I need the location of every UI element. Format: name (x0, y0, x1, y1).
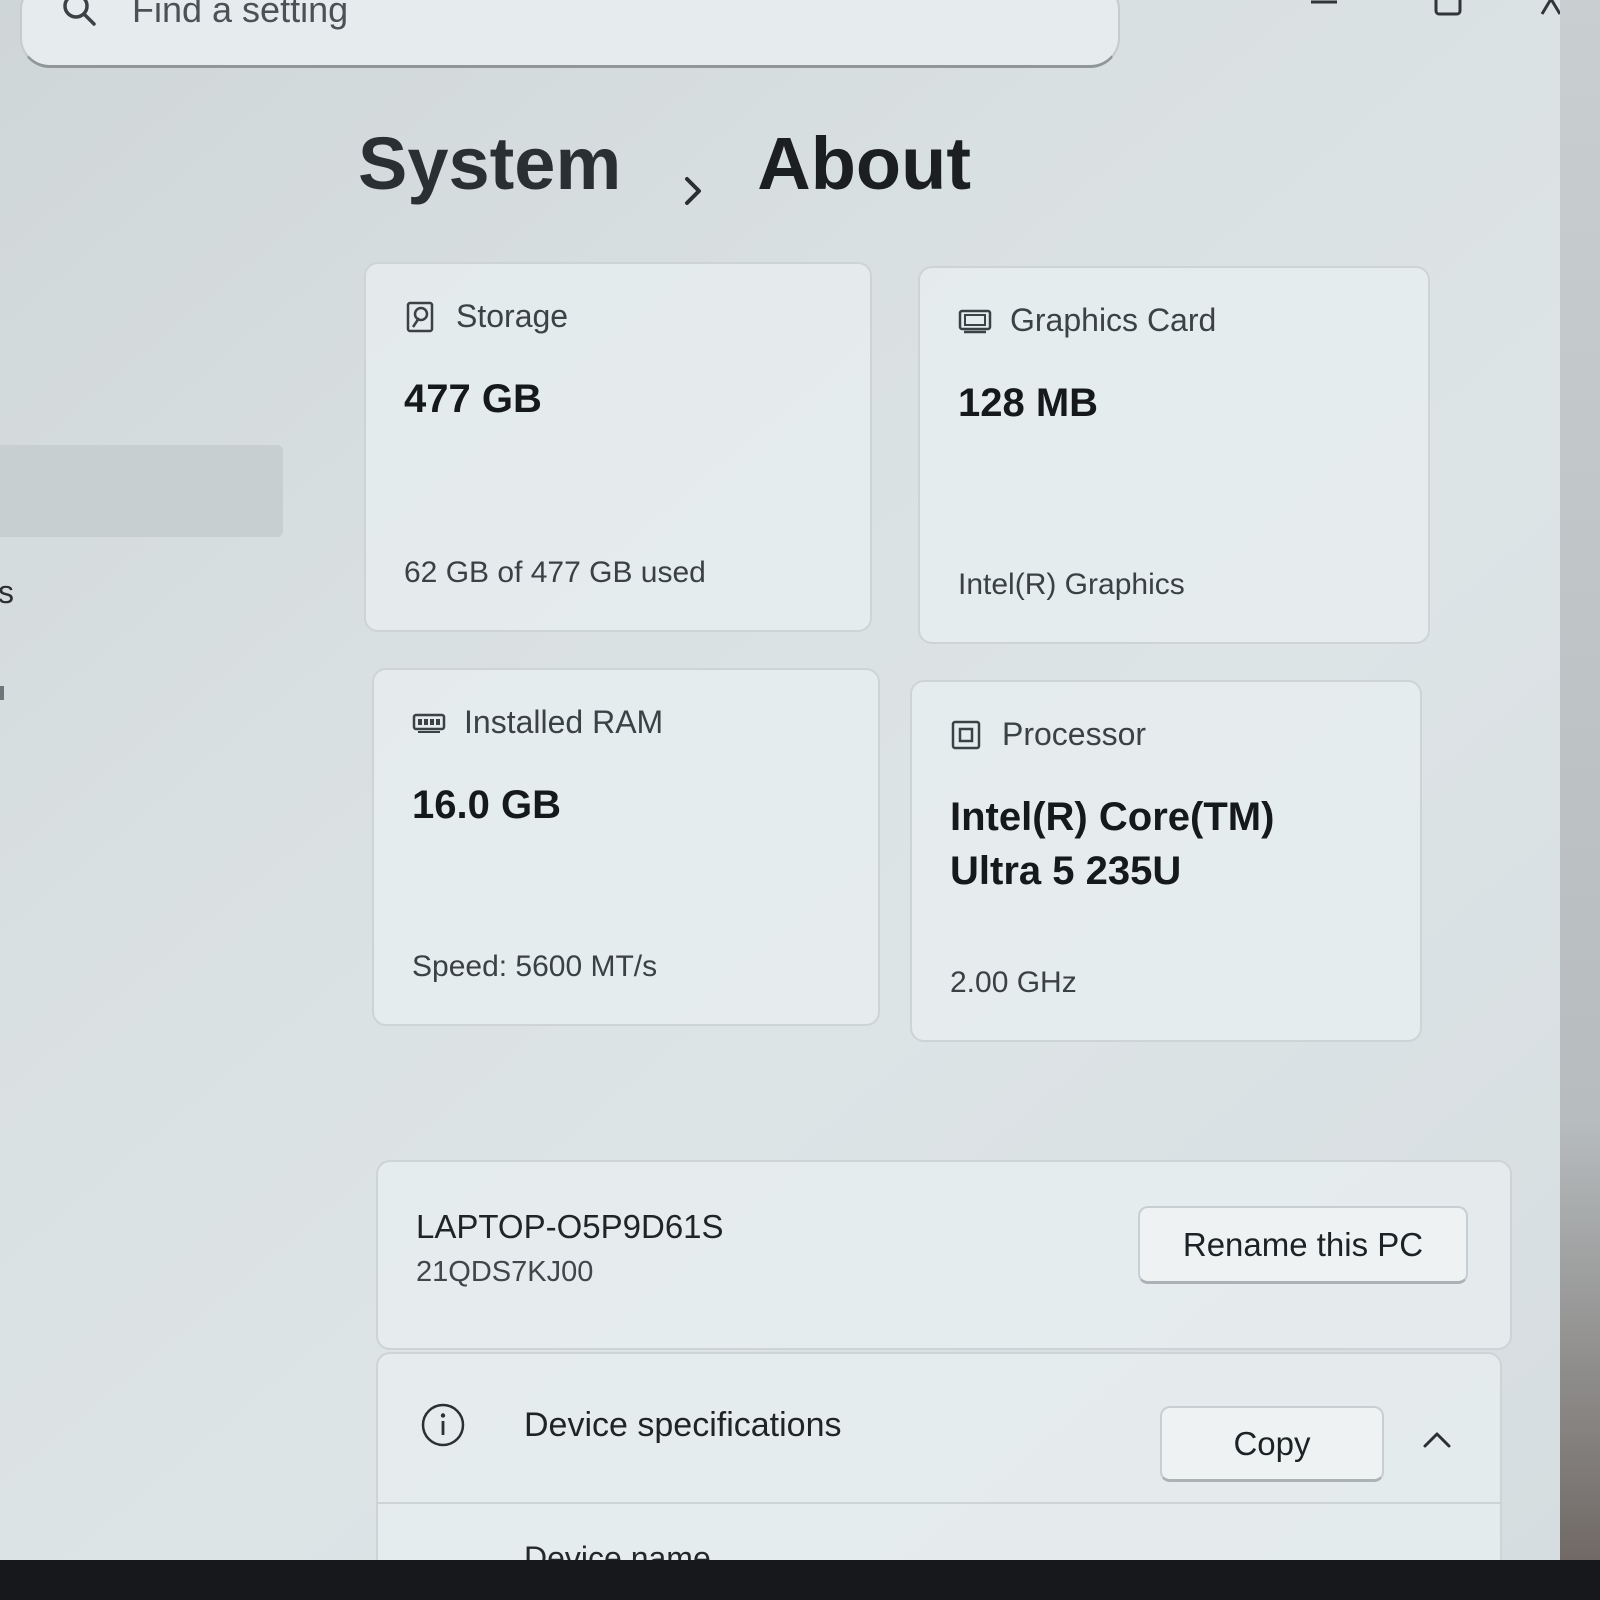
processor-label: Processor (1002, 716, 1147, 752)
chevron-up-icon[interactable] (1420, 1426, 1454, 1454)
graphics-card-header: Graphics Card (958, 302, 1216, 339)
device-specifications-header[interactable]: Device specifications Copy (378, 1354, 1500, 1504)
processor-card: Processor Intel(R) Core(TM) Ultra 5 235U… (910, 680, 1422, 1042)
chevron-right-icon (669, 143, 719, 205)
minimize-icon[interactable] (1305, 0, 1345, 18)
processor-clock-speed: 2.00 GHz (950, 966, 1077, 999)
device-specifications-panel: Device specifications Copy Device name (376, 1352, 1502, 1560)
close-icon[interactable] (1540, 0, 1560, 18)
storage-usage: 62 GB of 477 GB used (404, 556, 706, 589)
processor-chip-icon (950, 719, 982, 751)
search-box[interactable] (20, 0, 1120, 68)
page-title: About (757, 121, 971, 205)
pc-name: LAPTOP-O5P9D61S (416, 1208, 724, 1245)
pc-name-row: LAPTOP-O5P9D61S 21QDS7KJ00 Rename this P… (376, 1160, 1512, 1350)
storage-card-header: Storage (404, 298, 568, 335)
copy-button[interactable]: Copy (1160, 1406, 1384, 1482)
maximize-icon[interactable] (1430, 0, 1470, 18)
storage-value: 477 GB (404, 377, 542, 421)
processor-header: Processor (950, 716, 1146, 753)
nav-item-partial-label[interactable]: s (0, 574, 14, 611)
ram-speed: Speed: 5600 MT/s (412, 950, 658, 983)
pc-model: 21QDS7KJ00 (416, 1256, 594, 1288)
divider (378, 1502, 1500, 1504)
background-edge (1560, 0, 1600, 1600)
rename-pc-button[interactable]: Rename this PC (1138, 1206, 1468, 1284)
settings-window: s System About (0, 0, 1560, 1560)
processor-name-line1: Intel(R) Core(TM) (950, 795, 1275, 839)
processor-value: Intel(R) Core(TM) Ultra 5 235U (950, 790, 1274, 898)
screen-bezel (0, 1560, 1600, 1600)
info-icon (420, 1402, 466, 1448)
installed-ram-label: Installed RAM (464, 704, 664, 740)
storage-label: Storage (456, 298, 569, 334)
ram-module-icon (412, 707, 446, 739)
graphics-adapter-name: Intel(R) Graphics (958, 568, 1185, 601)
installed-ram-header: Installed RAM (412, 704, 663, 741)
nav-item-partial-mark (0, 686, 4, 700)
nav-selected-item[interactable] (0, 445, 283, 537)
processor-name-line2: Ultra 5 235U (950, 849, 1182, 893)
graphics-memory-value: 128 MB (958, 381, 1099, 425)
spec-row-device-name-label: Device name (524, 1540, 711, 1560)
installed-ram-card: Installed RAM 16.0 GB Speed: 5600 MT/s (372, 668, 880, 1026)
graphics-card-label: Graphics Card (1010, 302, 1217, 338)
search-input[interactable] (132, 0, 832, 32)
graphics-card-card: Graphics Card 128 MB Intel(R) Graphics (918, 266, 1430, 644)
installed-ram-value: 16.0 GB (412, 783, 561, 827)
breadcrumb-system[interactable]: System (358, 121, 621, 206)
device-specifications-title: Device specifications (524, 1406, 842, 1444)
breadcrumb: System About (358, 118, 971, 208)
storage-drive-icon (404, 301, 436, 333)
search-icon (60, 0, 100, 30)
graphics-card-icon (958, 305, 992, 337)
storage-card: Storage 477 GB 62 GB of 477 GB used (364, 262, 872, 632)
